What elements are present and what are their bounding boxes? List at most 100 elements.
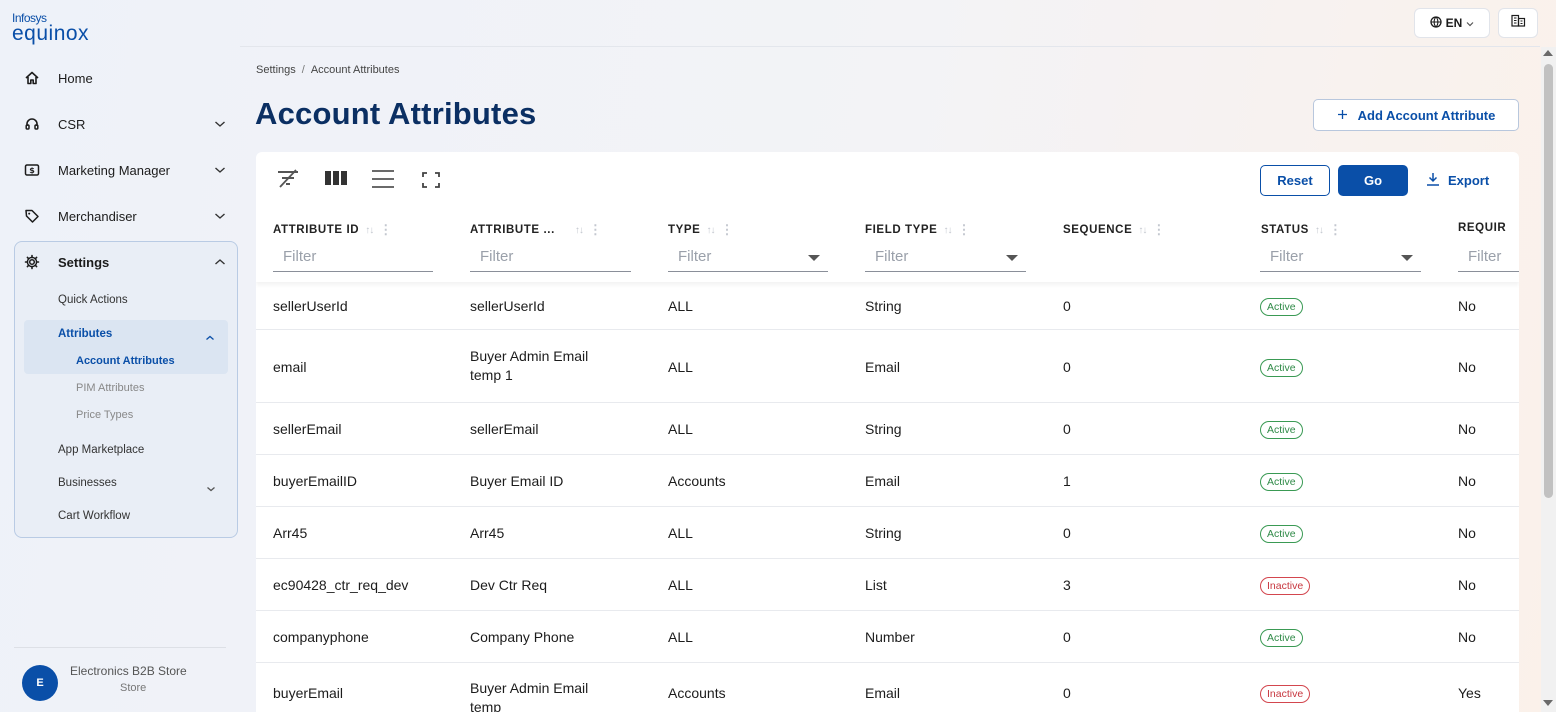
table-row[interactable]: buyerEmail Buyer Admin Email temp Accounts… (256, 663, 1519, 712)
scroll-down-arrow-icon[interactable] (1543, 700, 1553, 706)
sidebar-item-marketing-manager[interactable]: $ Marketing Manager (24, 158, 228, 182)
column-header-attribute-id[interactable]: ATTRIBUTE ID ↑↓ ⋮ (273, 222, 393, 238)
sidebar-item-quick-actions[interactable]: Quick Actions (58, 294, 128, 306)
cell-attribute-name: Buyer Admin Email temp (470, 680, 589, 712)
column-label: STATUS (1261, 224, 1309, 236)
status-badge: Inactive (1260, 577, 1311, 595)
sort-icon[interactable]: ↑↓ (1138, 225, 1147, 236)
columns-icon[interactable] (324, 169, 348, 187)
add-button-label: Add Account Attribute (1357, 107, 1496, 123)
status-badge: Inactive (1260, 685, 1311, 703)
headset-icon (24, 116, 48, 132)
column-header-status[interactable]: STATUS ↑↓ ⋮ (1261, 222, 1343, 238)
column-menu-icon[interactable]: ⋮ (589, 222, 603, 238)
cell-sequence: 3 (1063, 577, 1071, 593)
column-menu-icon[interactable]: ⋮ (957, 222, 971, 238)
cell-field-type: String (865, 421, 902, 437)
breadcrumb-current: Account Attributes (310, 64, 400, 76)
column-menu-icon[interactable]: ⋮ (1329, 222, 1343, 238)
caret-down-icon (1006, 255, 1018, 261)
gear-icon (24, 254, 48, 270)
clear-filter-icon[interactable] (276, 169, 300, 189)
column-menu-icon[interactable]: ⋮ (720, 222, 734, 238)
cell-sequence: 0 (1063, 421, 1071, 437)
cell-sequence: 0 (1063, 525, 1071, 541)
sidebar: Infosys equinox Home CSR $ Marketing Man… (0, 0, 240, 712)
cell-required: No (1458, 629, 1476, 645)
cell-attribute-id: sellerUserId (273, 298, 348, 314)
cell-field-type: Email (865, 685, 901, 701)
cell-attribute-name: Buyer Admin Email temp 1 (470, 348, 589, 383)
column-header-field-type[interactable]: FIELD TYPE ↑↓ ⋮ (865, 222, 971, 238)
column-header-sequence[interactable]: SEQUENCE ↑↓ ⋮ (1063, 222, 1166, 238)
reset-button[interactable]: Reset (1260, 165, 1330, 196)
table-row[interactable]: email Buyer Admin Email temp 1 ALL Email 0 Ac… (256, 330, 1519, 403)
sidebar-item-attributes[interactable]: Attributes (58, 328, 112, 340)
sort-icon[interactable]: ↑↓ (943, 225, 952, 236)
cell-required: No (1458, 298, 1476, 314)
chevron-down-icon[interactable] (206, 480, 216, 498)
sidebar-item-label: CSR (58, 116, 86, 132)
column-header-attribute-name[interactable]: ATTRIBUTE ... ↑↓ ⋮ (470, 222, 603, 238)
sidebar-item-merchandiser[interactable]: Merchandiser (24, 204, 228, 228)
cell-attribute-name: sellerUserId (470, 298, 545, 314)
export-button[interactable]: Export (1426, 165, 1489, 196)
cell-required: Yes (1458, 685, 1481, 701)
filter-required-input[interactable]: Filter (1458, 246, 1519, 272)
filter-type-select[interactable]: Filter (668, 246, 828, 272)
language-label: EN (1445, 16, 1463, 30)
fullscreen-icon[interactable] (422, 172, 440, 188)
organization-switcher[interactable] (1498, 8, 1538, 38)
breadcrumb-settings-link[interactable]: Settings (256, 64, 296, 76)
sidebar-item-label: Marketing Manager (58, 162, 170, 178)
column-menu-icon[interactable]: ⋮ (1152, 222, 1166, 238)
sidebar-item-cart-workflow[interactable]: Cart Workflow (58, 510, 130, 522)
sort-icon[interactable]: ↑↓ (575, 225, 584, 236)
filter-attribute-id-input[interactable]: Filter (273, 246, 433, 272)
column-header-required[interactable]: REQUIR (1458, 222, 1506, 234)
divider (240, 46, 1540, 47)
brand-line2: equinox (12, 22, 90, 45)
sidebar-item-settings[interactable]: Settings (24, 250, 228, 274)
sidebar-item-price-types[interactable]: Price Types (76, 409, 133, 421)
avatar[interactable]: E (22, 665, 58, 701)
sidebar-item-app-marketplace[interactable]: App Marketplace (58, 444, 144, 456)
cell-field-type: Number (865, 629, 915, 645)
filter-status-select[interactable]: Filter (1260, 246, 1421, 272)
sort-icon[interactable]: ↑↓ (1315, 225, 1324, 236)
sidebar-item-account-attributes[interactable]: Account Attributes (76, 355, 175, 367)
chevron-up-icon (212, 258, 228, 266)
table-row[interactable]: sellerEmail sellerEmail ALL String 0 Active No (256, 403, 1519, 455)
cell-field-type: String (865, 298, 902, 314)
cell-type: ALL (668, 421, 693, 437)
chevron-up-icon[interactable] (205, 329, 215, 347)
add-account-attribute-button[interactable]: Add Account Attribute (1313, 99, 1519, 131)
export-label: Export (1448, 173, 1490, 188)
scroll-up-arrow-icon[interactable] (1543, 50, 1553, 56)
language-selector[interactable]: EN (1414, 8, 1490, 38)
table-row[interactable]: ec90428_ctr_req_dev Dev Ctr Req ALL List 3 In… (256, 559, 1519, 611)
go-button[interactable]: Go (1338, 165, 1408, 196)
cell-attribute-name: Company Phone (470, 629, 575, 645)
column-menu-icon[interactable]: ⋮ (379, 222, 393, 238)
table-row[interactable]: companyphone Company Phone ALL Number 0 Activ… (256, 611, 1519, 663)
scrollbar-thumb[interactable] (1544, 64, 1553, 498)
filter-field-type-select[interactable]: Filter (865, 246, 1026, 272)
brand-logo[interactable]: Infosys equinox (12, 12, 89, 44)
cell-field-type: String (865, 525, 902, 541)
table-row[interactable]: Arr45 Arr45 ALL String 0 Active No (256, 507, 1519, 559)
column-header-type[interactable]: TYPE ↑↓ ⋮ (668, 222, 734, 238)
filter-attribute-name-input[interactable]: Filter (470, 246, 631, 272)
sort-icon[interactable]: ↑↓ (365, 225, 374, 236)
sidebar-item-pim-attributes[interactable]: PIM Attributes (76, 382, 144, 394)
chevron-down-icon (212, 120, 228, 128)
density-icon[interactable] (371, 169, 395, 189)
cell-sequence: 0 (1063, 629, 1071, 645)
status-badge: Active (1260, 525, 1303, 543)
sidebar-item-businesses[interactable]: Businesses (58, 477, 117, 489)
table-row[interactable]: sellerUserId sellerUserId ALL String 0 Active… (256, 282, 1519, 330)
sidebar-item-home[interactable]: Home (24, 66, 228, 90)
table-row[interactable]: buyerEmailID Buyer Email ID Accounts Email 1… (256, 455, 1519, 507)
sidebar-item-csr[interactable]: CSR (24, 112, 228, 136)
sort-icon[interactable]: ↑↓ (706, 225, 715, 236)
